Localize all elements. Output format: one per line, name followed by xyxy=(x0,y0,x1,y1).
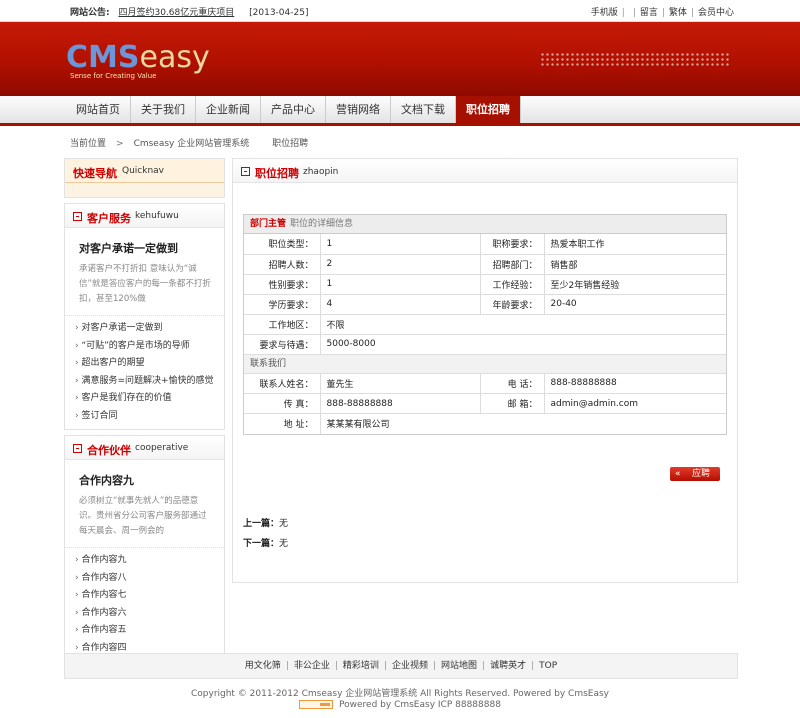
site-logo[interactable]: CMSeasy Sense for Creating Value xyxy=(66,40,210,82)
partner-desc: 必须树立“就事先就人”的品德意识。贵州省分公司客户服务部通过每天晨会、周一例会的 xyxy=(79,496,207,536)
quicknav-subtitle: Quicknav xyxy=(122,166,164,176)
table-row: 学历要求： 4 年龄要求： 20-40 xyxy=(244,294,726,315)
list-item[interactable]: 合作内容七 xyxy=(65,587,224,605)
list-item[interactable]: 合作内容五 xyxy=(65,622,224,640)
partner-list: 合作内容九 合作内容八 合作内容七 合作内容六 合作内容五 合作内容四 xyxy=(65,547,224,661)
copyright: Copyright © 2011-2012 Cmseasy 企业网站管理系统 A… xyxy=(190,689,609,699)
section-icon xyxy=(73,212,82,221)
service-subtitle: kehufuwu xyxy=(135,211,179,221)
table-row: 联系人姓名： 董先生 电 话： 888-88888888 xyxy=(244,373,726,394)
mobile-link[interactable]: 手机版 xyxy=(591,8,618,18)
footer-link[interactable]: 网站地图 xyxy=(441,661,477,671)
top-links: 手机版 | | 留言 | 繁体 | 会员中心 xyxy=(590,8,734,18)
list-item[interactable]: 合作内容九 xyxy=(65,552,224,570)
list-item[interactable]: 对客户承诺一定做到 xyxy=(65,320,224,338)
list-item[interactable]: 合作内容八 xyxy=(65,570,224,588)
service-heading[interactable]: 对客户承诺一定做到 xyxy=(79,240,224,256)
footer-top-link[interactable]: TOP xyxy=(539,661,557,671)
breadcrumb-jobs[interactable]: 职位招聘 xyxy=(272,139,308,149)
service-list: 对客户承诺一定做到 “可贴”的客户是市场的导师 超出客户的期望 满意服务=问题解… xyxy=(65,315,224,429)
list-item[interactable]: 超出客户的期望 xyxy=(65,355,224,373)
chevron-right-icon: > xyxy=(116,139,124,149)
page-title: 职位招聘 xyxy=(255,167,299,180)
list-item[interactable]: “可贴”的客户是市场的导师 xyxy=(65,338,224,356)
section-icon xyxy=(73,444,82,453)
double-chevron-left-icon: « xyxy=(675,469,681,479)
job-table: 职位类型： 1 职称要求： 热爱本职工作 招聘人数： 2 招聘部门： 销售部 性别要求：… xyxy=(244,234,726,355)
table-row: 工作地区： 不限 xyxy=(244,314,726,335)
prev-article-value: 无 xyxy=(279,519,289,529)
nav-home[interactable]: 网站首页 xyxy=(66,96,131,123)
logo-cms: CMS xyxy=(66,40,140,75)
footer-link[interactable]: 精彩培训 xyxy=(343,661,379,671)
table-row: 要求与待遇： 5000-8000 xyxy=(244,334,726,355)
contact-section-title: 联系我们 xyxy=(244,354,726,374)
message-link[interactable]: 留言 xyxy=(640,8,658,18)
nav-news[interactable]: 企业新闻 xyxy=(196,96,261,123)
site-header: CMSeasy Sense for Creating Value xyxy=(0,22,800,96)
job-dept-sub: 职位的详细信息 xyxy=(290,219,354,229)
notice-label: 网站公告: xyxy=(70,8,110,18)
logo-tagline: Sense for Creating Value xyxy=(70,72,157,80)
nav-network[interactable]: 营销网络 xyxy=(326,96,391,123)
list-item[interactable]: 签订合同 xyxy=(65,408,224,426)
logo-easy: easy xyxy=(139,40,210,75)
top-bar: 网站公告: 四月签约30.68亿元重庆项目 [2013-04-25] 手机版 | |… xyxy=(0,0,800,22)
table-row: 传 真： 888-88888888 邮 箱： admin@admin.com xyxy=(244,393,726,414)
member-center-link[interactable]: 会员中心 xyxy=(698,8,734,18)
apply-button[interactable]: « 应聘 xyxy=(670,467,720,481)
footer-links: 用文化筛 | 非公企业 | 精彩培训 | 企业视频 | 网站地图 | 诚聘英才 | TOP xyxy=(64,653,738,679)
service-desc: 承诺客户不打折扣 意味认为“诚信”就是答应客户的每一条都不打折扣，甚至120%做 xyxy=(79,264,211,304)
sidebar: 快速导航 Quicknav 客户服务 kehufuwu 对客户承诺一定做到 承诺… xyxy=(64,158,225,667)
apply-label: 应聘 xyxy=(692,469,711,479)
site-notice: 网站公告: 四月签约30.68亿元重庆项目 [2013-04-25] xyxy=(70,5,308,18)
nav-products[interactable]: 产品中心 xyxy=(261,96,326,123)
service-box: 客户服务 kehufuwu 对客户承诺一定做到 承诺客户不打折扣 意味认为“诚信… xyxy=(64,203,225,430)
job-dept: 部门主管 xyxy=(250,219,287,229)
prev-article: 上一篇：无 xyxy=(243,519,289,529)
traditional-link[interactable]: 繁体 xyxy=(669,8,687,18)
partner-box: 合作伙伴 cooperative 合作内容九 必须树立“就事先就人”的品德意识。… xyxy=(64,435,225,662)
main-content: 职位招聘 zhaopin 部门主管 职位的详细信息 职位类型： 1 职称要求： 热爱本… xyxy=(232,158,738,583)
partner-subtitle: cooperative xyxy=(135,443,189,453)
table-row: 职位类型： 1 职称要求： 热爱本职工作 xyxy=(244,234,726,255)
next-article: 下一篇：无 xyxy=(243,539,289,549)
breadcrumb: 当前位置 > Cmseasy 企业网站管理系统 职位招聘 xyxy=(70,136,308,150)
job-detail: 部门主管 职位的详细信息 职位类型： 1 职称要求： 热爱本职工作 招聘人数： 2 招聘… xyxy=(243,214,727,435)
notice-date: [2013-04-25] xyxy=(249,8,309,18)
breadcrumb-home[interactable]: Cmseasy 企业网站管理系统 xyxy=(134,139,250,149)
partner-title: 合作伙伴 xyxy=(87,444,131,457)
section-icon xyxy=(241,167,250,176)
table-row: 招聘人数： 2 招聘部门： 销售部 xyxy=(244,254,726,275)
footer-link[interactable]: 诚聘英才 xyxy=(490,661,526,671)
quicknav-title: 快速导航 xyxy=(73,167,117,180)
next-article-value: 无 xyxy=(279,539,289,549)
footer-link[interactable]: 非公企业 xyxy=(294,661,330,671)
notice-link[interactable]: 四月签约30.68亿元重庆项目 xyxy=(118,8,234,18)
header-decoration xyxy=(540,52,730,66)
powered-by: Powered by CmsEasy ICP 88888888 xyxy=(0,700,800,710)
breadcrumb-current: 当前位置 xyxy=(70,139,107,149)
nav-about[interactable]: 关于我们 xyxy=(131,96,196,123)
table-row: 地 址： 某某某有限公司 xyxy=(244,413,726,434)
main-nav: 网站首页 关于我们 企业新闻 产品中心 营销网络 文档下载 职位招聘 xyxy=(0,96,800,126)
list-item[interactable]: 满意服务=问题解决+愉快的感觉 xyxy=(65,373,224,391)
service-title: 客户服务 xyxy=(87,212,131,225)
list-item[interactable]: 合作内容六 xyxy=(65,605,224,623)
footer-link[interactable]: 企业视频 xyxy=(392,661,428,671)
quicknav-box: 快速导航 Quicknav xyxy=(64,158,225,198)
table-row: 性别要求： 1 工作经验： 至少2年销售经验 xyxy=(244,274,726,295)
footer-link[interactable]: 用文化筛 xyxy=(245,661,281,671)
cmseasy-badge-icon xyxy=(299,700,334,709)
nav-downloads[interactable]: 文档下载 xyxy=(391,96,456,123)
page-subtitle: zhaopin xyxy=(303,167,339,177)
contact-table: 联系人姓名： 董先生 电 话： 888-88888888 传 真： 888-88888… xyxy=(244,373,726,434)
list-item[interactable]: 客户是我们存在的价值 xyxy=(65,390,224,408)
nav-jobs[interactable]: 职位招聘 xyxy=(456,96,521,123)
partner-heading[interactable]: 合作内容九 xyxy=(79,472,224,488)
